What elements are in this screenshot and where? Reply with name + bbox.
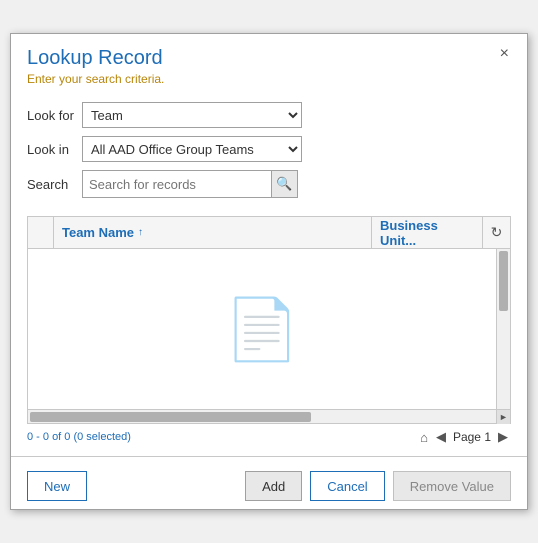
lookup-dialog: Lookup Record Enter your search criteria…: [10, 33, 528, 510]
status-row: 0 - 0 of 0 (0 selected) ⌂ ◀ Page 1 ▶: [11, 424, 527, 450]
h-scroll-track[interactable]: [28, 410, 496, 423]
form-area: Look for Team Look in All AAD Office Gro…: [11, 92, 527, 216]
empty-document-icon: 📄: [225, 294, 300, 365]
new-button[interactable]: New: [27, 471, 87, 501]
footer-row: New Add Cancel Remove Value: [11, 463, 527, 509]
look-for-row: Look for Team: [27, 102, 511, 128]
search-button[interactable]: 🔍: [271, 171, 297, 197]
page-label: Page 1: [453, 430, 491, 444]
v-scroll-thumb[interactable]: [499, 251, 508, 311]
horizontal-scrollbar[interactable]: ►: [28, 409, 510, 423]
look-in-control: All AAD Office Group Teams: [82, 136, 302, 162]
footer-divider: [11, 456, 527, 457]
col-business-unit-label: Business Unit...: [380, 218, 474, 248]
look-for-select[interactable]: Team: [82, 102, 302, 128]
table-empty-area: 📄: [28, 249, 496, 409]
look-in-select[interactable]: All AAD Office Group Teams: [82, 136, 302, 162]
col-team-name[interactable]: Team Name ↑: [54, 217, 372, 248]
record-count: 0 - 0 of 0 (0 selected): [27, 431, 131, 443]
look-for-label: Look for: [27, 108, 82, 123]
sort-icon: ↑: [138, 227, 143, 238]
table-header: Team Name ↑ Business Unit... ↻: [28, 217, 510, 249]
col-refresh: ↻: [482, 217, 510, 248]
search-wrapper: 🔍: [82, 170, 298, 198]
close-button[interactable]: ×: [494, 44, 515, 64]
col-check: [28, 217, 54, 248]
h-scroll-thumb[interactable]: [30, 412, 311, 422]
first-page-button[interactable]: ⌂: [417, 429, 431, 446]
refresh-button[interactable]: ↻: [491, 224, 503, 241]
vertical-scrollbar[interactable]: [496, 249, 510, 409]
look-in-label: Look in: [27, 142, 82, 157]
search-icon: 🔍: [276, 176, 292, 192]
prev-page-button[interactable]: ◀: [433, 428, 449, 446]
add-button[interactable]: Add: [245, 471, 302, 501]
dialog-title: Lookup Record: [27, 46, 511, 70]
dialog-subtitle: Enter your search criteria.: [27, 72, 511, 86]
look-in-row: Look in All AAD Office Group Teams: [27, 136, 511, 162]
remove-value-button[interactable]: Remove Value: [393, 471, 511, 501]
search-input[interactable]: [83, 172, 271, 196]
results-table: Team Name ↑ Business Unit... ↻ 📄 ►: [27, 216, 511, 424]
look-for-control: Team: [82, 102, 302, 128]
col-team-name-label: Team Name: [62, 225, 134, 240]
pagination: ⌂ ◀ Page 1 ▶: [417, 428, 511, 446]
h-scroll-right-arrow[interactable]: ►: [496, 410, 510, 424]
table-body: 📄: [28, 249, 510, 409]
col-business-unit[interactable]: Business Unit...: [372, 217, 482, 248]
next-page-button[interactable]: ▶: [495, 428, 511, 446]
search-label: Search: [27, 177, 82, 192]
cancel-button[interactable]: Cancel: [310, 471, 384, 501]
dialog-header: Lookup Record Enter your search criteria…: [11, 34, 527, 92]
search-row: Search 🔍: [27, 170, 511, 198]
